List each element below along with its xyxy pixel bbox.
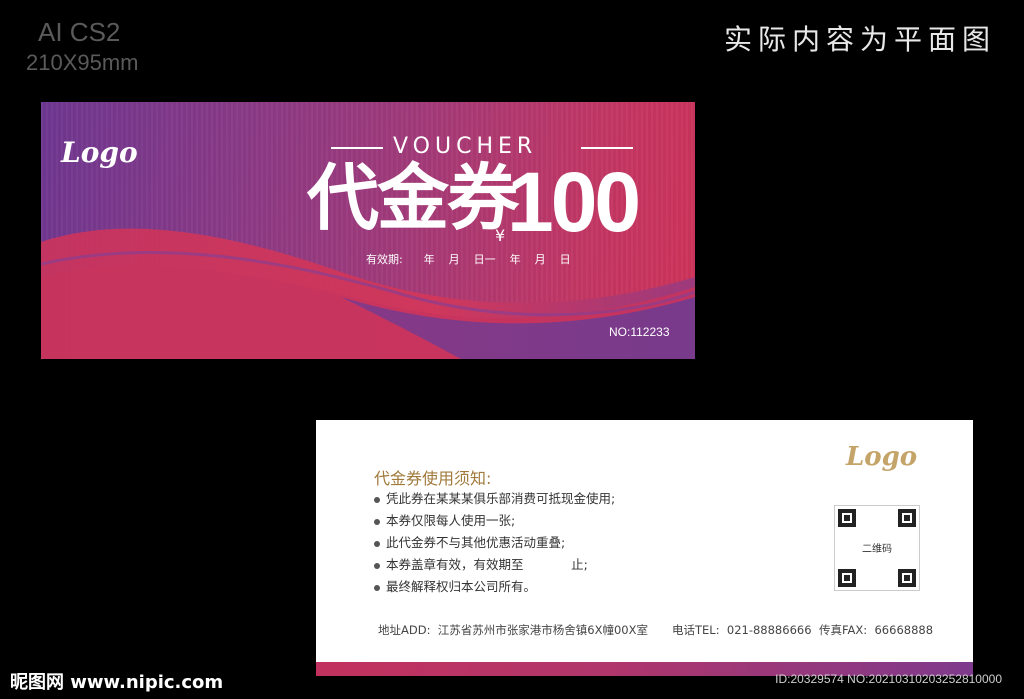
rule-item: 最终解释权归本公司所有。: [374, 576, 615, 598]
qr-corner-icon: [838, 509, 856, 527]
voucher-amount: 100: [507, 155, 641, 249]
qr-corner-icon: [898, 569, 916, 587]
serial-number: NO:112233: [609, 325, 670, 339]
address-text: 地址ADD: 江苏省苏州市张家港市杨舍镇6X幢00X室: [378, 623, 648, 637]
bullet-icon: [374, 540, 380, 547]
rule-item: 本券盖章有效，有效期至 止;: [374, 554, 615, 576]
note-label: 实际内容为平面图: [723, 23, 996, 56]
bullet-icon: [374, 496, 380, 503]
rule-item: 本券仅限每人使用一张;: [374, 510, 615, 532]
qr-code-placeholder: 二维码: [834, 505, 920, 591]
software-label: AI CS2: [38, 17, 121, 47]
voucher-left-line: [331, 147, 383, 149]
watermark-site: 昵图网 www.nipic.com: [10, 672, 224, 693]
tel-text: 电话TEL: 021-88886666: [672, 623, 812, 637]
currency-symbol: ¥: [495, 226, 506, 245]
qr-corner-icon: [898, 509, 916, 527]
qr-label: 二维码: [862, 544, 892, 555]
bullet-icon: [374, 562, 380, 569]
validity-text: 有效期: 年 月 日一 年 月 日: [366, 253, 571, 266]
fax-text: 传真FAX: 66668888: [819, 623, 934, 637]
size-label: 210X95mm: [26, 50, 139, 75]
rule-item: 此代金券不与其他优惠活动重叠;: [374, 532, 615, 554]
voucher-right-line: [581, 147, 633, 149]
voucher-back: Logo 代金券使用须知: 凭此券在某某某俱乐部消费可抵现金使用; 本券仅限每人…: [316, 420, 973, 676]
rules-list: 凭此券在某某某俱乐部消费可抵现金使用; 本券仅限每人使用一张; 此代金券不与其他…: [374, 488, 615, 598]
rule-item: 凭此券在某某某俱乐部消费可抵现金使用;: [374, 488, 615, 510]
back-logo: Logo: [846, 442, 918, 472]
front-logo: Logo: [61, 136, 138, 169]
bullet-icon: [374, 584, 380, 591]
bullet-icon: [374, 518, 380, 525]
rules-title: 代金券使用须知:: [374, 469, 492, 488]
qr-corner-icon: [838, 569, 856, 587]
voucher-title: 代金券: [307, 156, 519, 240]
voucher-front: Logo VOUCHER 代金券 ¥ 100 有效期: 年 月 日一 年 月 日…: [41, 102, 695, 359]
watermark-id: ID:20329574 NO:20210310203252810000: [775, 672, 1002, 686]
